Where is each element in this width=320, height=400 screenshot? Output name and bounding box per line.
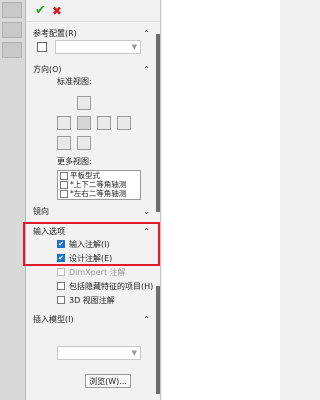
left-tool-button-2[interactable] [2, 22, 22, 38]
view-bottom-button[interactable] [77, 136, 91, 150]
more-views-list: 平板型式 *上下二等角轴测 *左右二等角轴测 [57, 170, 141, 200]
ok-icon[interactable]: ✔ [35, 3, 46, 18]
orientation-header[interactable]: 方向(O) ⌃ [33, 62, 150, 76]
view-front-button[interactable] [77, 116, 91, 130]
property-manager-panel: ✔ ✖ 参考配置(R) ⌃ ▼ 方向(O) ⌃ 标准视图: 更多视图: 平板型式… [27, 0, 161, 400]
view-top-button[interactable] [77, 96, 91, 110]
more-views-label: 更多视图: [57, 157, 92, 166]
view-isometric-button[interactable] [57, 136, 71, 150]
left-tool-button-1[interactable] [2, 2, 22, 18]
standard-views-label: 标准视图: [57, 77, 92, 86]
chevron-down-icon: ▼ [131, 349, 137, 357]
checkbox[interactable] [60, 189, 68, 198]
scrollbar-thumb-top[interactable] [156, 34, 160, 212]
insert-model-title: 插入模型(I) [33, 314, 74, 324]
option-label: 包括隐藏特征的项目(H) [69, 281, 154, 291]
checkbox[interactable] [57, 282, 65, 290]
highlight-box [23, 222, 160, 266]
checkbox[interactable] [60, 171, 68, 180]
scrollbar-thumb-bottom[interactable] [156, 286, 160, 394]
chevron-down-icon: ▼ [131, 43, 137, 51]
config-icon [37, 42, 47, 52]
reference-config-title: 参考配置(R) [33, 28, 77, 38]
dimxpert-annotations-option: DimXpert 注解 [57, 266, 126, 278]
reference-config-dropdown[interactable]: ▼ [55, 40, 141, 54]
list-item[interactable]: *左右二等角轴测 [58, 189, 140, 198]
checkbox[interactable] [60, 180, 68, 189]
panel-toolbar: ✔ ✖ [27, 0, 160, 22]
hidden-features-option[interactable]: 包括隐藏特征的项目(H) [57, 280, 153, 292]
chevron-down-icon[interactable]: ⌄ [143, 207, 150, 216]
browse-button[interactable]: 浏览(W)... [85, 374, 131, 388]
chevron-up-icon[interactable]: ⌃ [143, 65, 150, 74]
insert-model-dropdown[interactable]: ▼ [57, 346, 141, 360]
left-tool-strip [0, 0, 26, 400]
chevron-up-icon[interactable]: ⌃ [143, 29, 150, 38]
view-back-button[interactable] [117, 116, 131, 130]
left-tool-button-3[interactable] [2, 42, 22, 58]
view-left-button[interactable] [57, 116, 71, 130]
orientation-title: 方向(O) [33, 64, 62, 74]
view-right-button[interactable] [97, 116, 111, 130]
3d-view-annotations-option[interactable]: 3D 视图注解 [57, 294, 115, 306]
reference-config-header[interactable]: 参考配置(R) ⌃ [33, 26, 150, 40]
list-item-label: *左右二等角轴测 [70, 189, 127, 198]
mirror-title: 镜向 [33, 206, 49, 216]
mirror-header[interactable]: 镜向 ⌄ [33, 204, 150, 218]
insert-model-header[interactable]: 插入模型(I) ⌃ [33, 312, 150, 326]
chevron-up-icon[interactable]: ⌃ [143, 315, 150, 324]
checkbox-disabled [57, 268, 65, 276]
cancel-icon[interactable]: ✖ [52, 4, 62, 18]
option-label: 3D 视图注解 [69, 295, 115, 305]
option-label: DimXpert 注解 [69, 267, 126, 277]
graphics-area[interactable] [162, 0, 280, 400]
checkbox[interactable] [57, 296, 65, 304]
